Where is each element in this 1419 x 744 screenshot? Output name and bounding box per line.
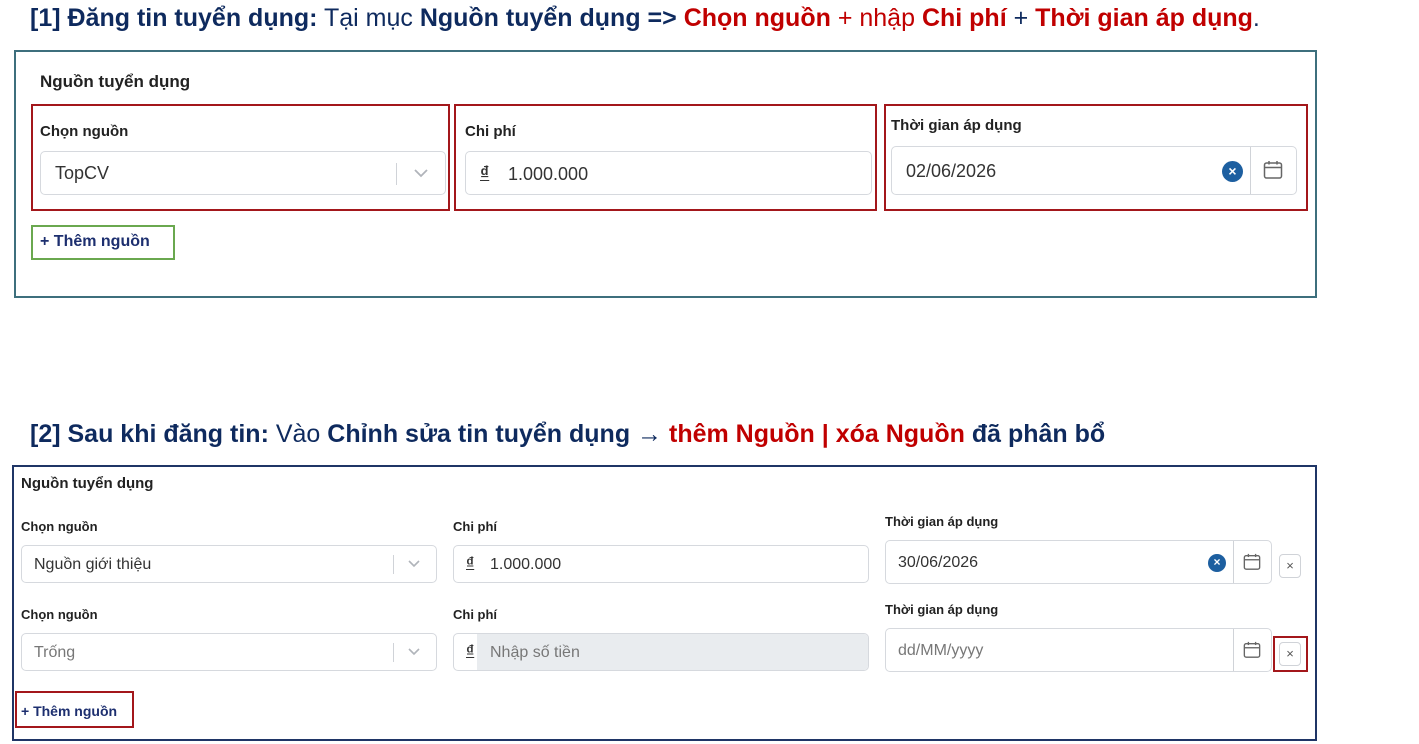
- step1-dot: .: [1252, 4, 1260, 32]
- highlight-cost: [454, 104, 877, 211]
- select-divider: [393, 555, 394, 574]
- step1-time: Thời gian áp dụng: [1035, 4, 1253, 32]
- step2-rest: đã phân bổ: [964, 420, 1106, 448]
- step1-cost: Chi phí: [921, 4, 1007, 32]
- highlight-remove: [1273, 636, 1308, 672]
- row2-cost-label: Chi phí: [453, 607, 498, 622]
- select-divider: [393, 643, 394, 662]
- chevron-down-icon[interactable]: [407, 559, 421, 569]
- step2-section-title: Nguồn tuyển dụng: [21, 475, 154, 492]
- step1-heading: [1] Đăng tin tuyển dụng: Tại mục Nguồn t…: [30, 3, 1260, 33]
- clear-icon[interactable]: ×: [1208, 554, 1226, 572]
- calendar-divider: [1233, 629, 1234, 671]
- row1-time-input[interactable]: 30/06/2026 ×: [885, 540, 1272, 584]
- highlight-time: [884, 104, 1308, 211]
- calendar-divider: [1233, 541, 1234, 583]
- step1-plus: +: [1006, 4, 1036, 32]
- row2-source-label: Chọn nguồn: [21, 607, 98, 622]
- calendar-icon[interactable]: [1243, 553, 1261, 571]
- row2-cost-input[interactable]: ₫ Nhập số tiền: [453, 633, 869, 671]
- row1-time-label: Thời gian áp dụng: [885, 514, 999, 529]
- step2-arrow: →: [630, 420, 669, 448]
- row1-time-value: 30/06/2026: [898, 554, 979, 571]
- row1-cost-input[interactable]: ₫ 1.000.000: [453, 545, 869, 583]
- row1-cost-value: 1.000.000: [490, 556, 562, 573]
- highlight-source: [31, 104, 450, 211]
- highlight-add-source: [15, 691, 134, 728]
- step1-plus-enter: + nhập: [830, 4, 922, 32]
- step2-prefix: [2] Sau khi đăng tin:: [30, 420, 269, 448]
- highlight-add-source: [31, 225, 175, 260]
- step2-edit: Chỉnh sửa tin tuyển dụng: [327, 420, 631, 448]
- row2-source-select[interactable]: Trống: [21, 633, 437, 671]
- step2-form-panel: [12, 465, 1317, 741]
- row2-time-placeholder: dd/MM/yyyy: [898, 642, 984, 659]
- step1-choose-source: Chọn nguồn: [676, 4, 831, 32]
- row2-source-placeholder: Trống: [34, 644, 76, 661]
- step2-add-remove: thêm Nguồn | xóa Nguồn: [669, 420, 965, 448]
- row1-source-value: Nguồn giới thiệu: [34, 556, 152, 573]
- currency-icon: ₫: [466, 643, 475, 660]
- row1-cost-label: Chi phí: [453, 519, 498, 534]
- step1-prefix: [1] Đăng tin tuyển dụng:: [30, 4, 318, 32]
- row1-remove-button[interactable]: ×: [1279, 554, 1301, 578]
- step2-text: Vào: [268, 420, 328, 448]
- chevron-down-icon[interactable]: [407, 647, 421, 657]
- row2-cost-placeholder: Nhập số tiền: [490, 644, 580, 661]
- step1-section-title: Nguồn tuyển dụng: [40, 72, 191, 91]
- row1-source-label: Chọn nguồn: [21, 519, 98, 534]
- row2-time-label: Thời gian áp dụng: [885, 602, 999, 617]
- row1-source-select[interactable]: Nguồn giới thiệu: [21, 545, 437, 583]
- step1-text: Tại mục: [317, 4, 420, 32]
- calendar-icon[interactable]: [1243, 641, 1261, 659]
- step2-heading: [2] Sau khi đăng tin: Vào Chỉnh sửa tin …: [30, 419, 1105, 449]
- row2-time-input[interactable]: dd/MM/yyyy: [885, 628, 1272, 672]
- currency-icon: ₫: [466, 555, 475, 572]
- step1-section-name: Nguồn tuyển dụng =>: [419, 4, 677, 32]
